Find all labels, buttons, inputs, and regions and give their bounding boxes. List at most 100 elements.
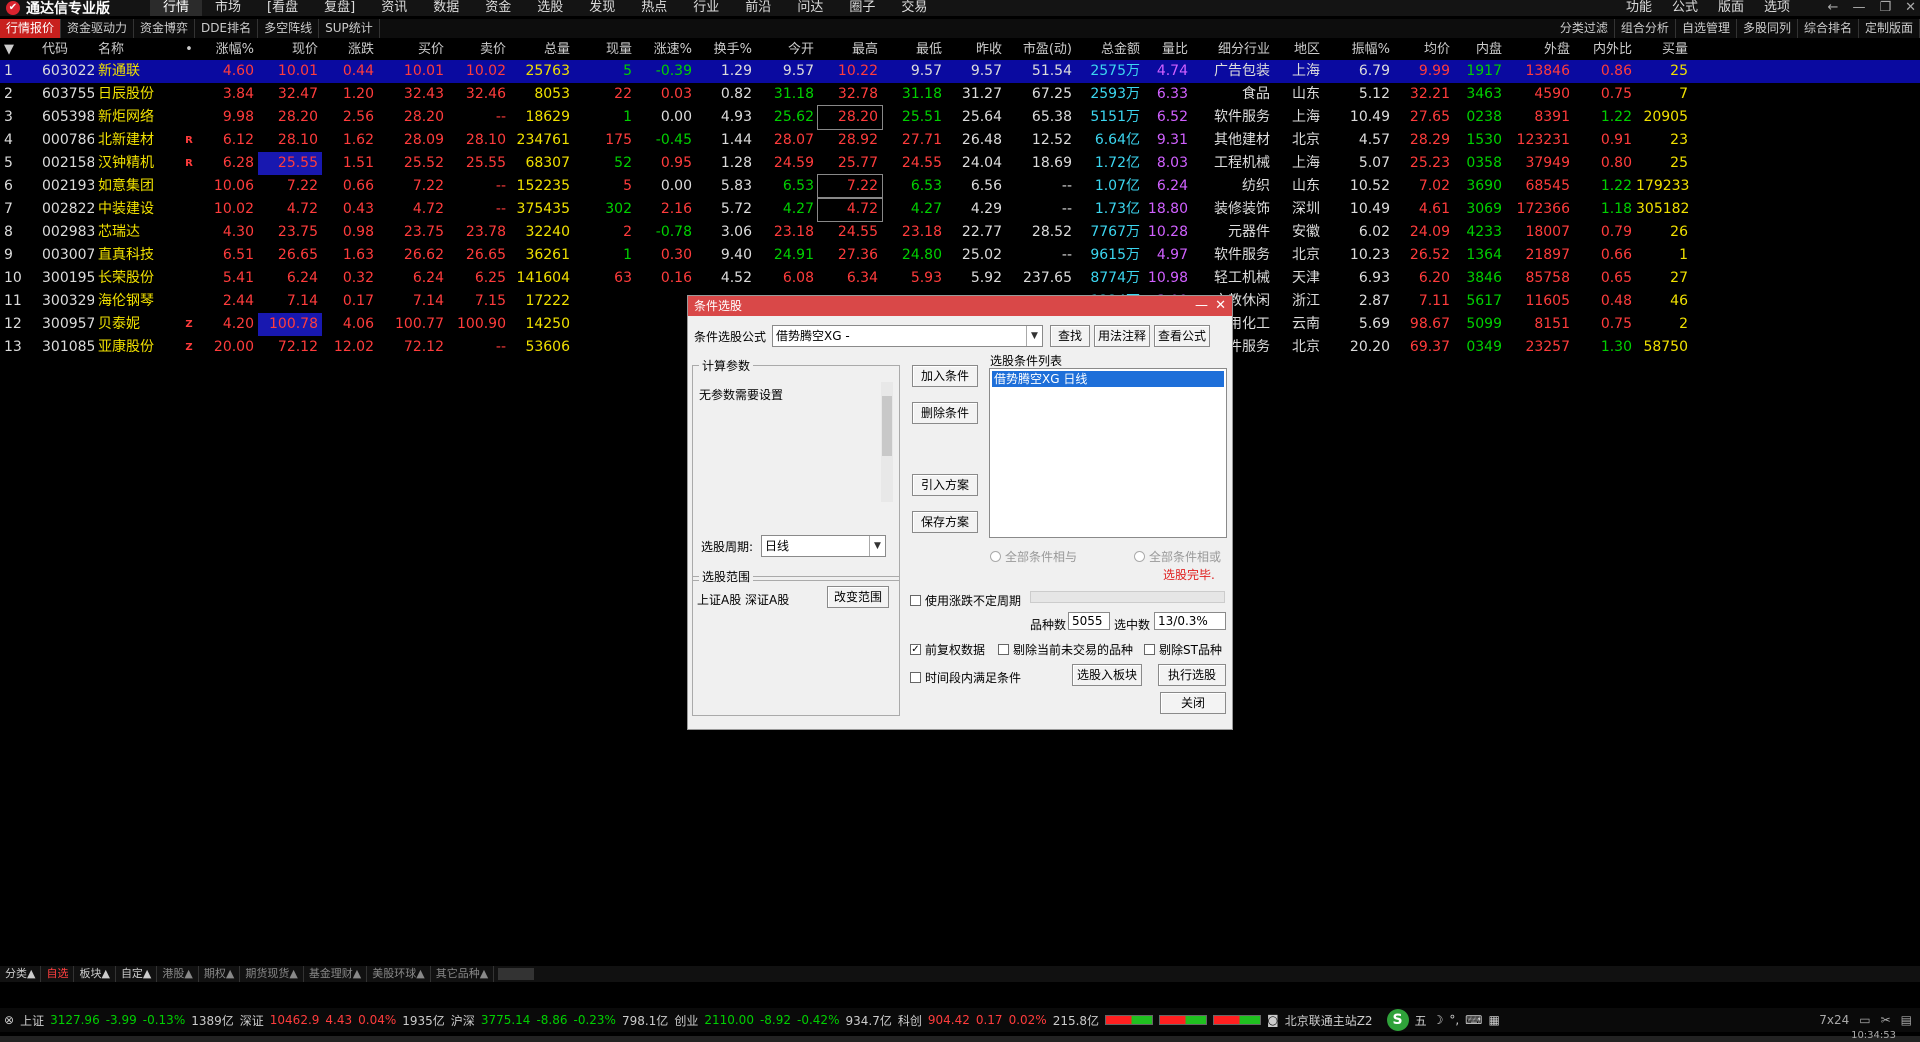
formula-select[interactable]: 借势腾空XG - ▼ xyxy=(772,325,1043,347)
right-menu-item[interactable]: 版面 xyxy=(1708,0,1754,16)
tool-tab[interactable]: 综合排名 xyxy=(1798,19,1859,38)
sort-chevron-icon[interactable]: ▼ xyxy=(0,40,38,60)
bottom-tab[interactable]: 期货现货▲ xyxy=(240,966,304,982)
ime-mode[interactable]: 五 xyxy=(1415,1012,1427,1029)
import-plan-button[interactable]: 引入方案 xyxy=(912,474,978,496)
column-header[interactable]: 涨速% xyxy=(636,40,696,60)
column-header[interactable]: 涨跌 xyxy=(322,40,378,60)
column-header[interactable]: 卖价 xyxy=(448,40,510,60)
remove-st-checkbox[interactable]: 剔除ST品种 xyxy=(1144,641,1222,658)
column-header[interactable]: 买量 xyxy=(1636,40,1692,60)
remove-notrading-checkbox[interactable]: 剔除当前未交易的品种 xyxy=(998,641,1133,658)
bottom-tab[interactable]: 分类▲ xyxy=(0,966,42,982)
bottom-tab[interactable]: 自选 xyxy=(41,966,75,982)
table-row[interactable]: 1 603022 新通联 4.60 10.01 0.44 10.01 10.02 25763 5 -… xyxy=(0,60,1920,83)
bottom-tab[interactable]: 期权▲ xyxy=(199,966,241,982)
bottom-tab[interactable]: 板块▲ xyxy=(74,966,116,982)
bottom-tab[interactable]: 其它品种▲ xyxy=(431,966,495,982)
server-label[interactable]: 北京联通主站Z2 xyxy=(1285,1012,1373,1029)
menu-item[interactable]: 选股 xyxy=(524,0,576,16)
usage-button[interactable]: 用法注释 xyxy=(1094,325,1150,347)
radio-or[interactable]: 全部条件相或 xyxy=(1134,548,1221,565)
menu-item[interactable]: 行业 xyxy=(680,0,732,16)
ime-logo-icon[interactable]: S xyxy=(1386,1009,1409,1031)
column-header[interactable]: 换手% xyxy=(696,40,756,60)
close-icon[interactable]: ✕ xyxy=(1905,0,1916,16)
condition-list[interactable]: 借势腾空XG 日线 xyxy=(989,368,1227,538)
column-header[interactable]: 今开 xyxy=(756,40,818,60)
right-menu-item[interactable]: 选项 xyxy=(1754,0,1800,16)
moon-icon[interactable]: ☽ xyxy=(1433,1013,1444,1027)
table-row[interactable]: 3 605398 新炬网络 9.98 28.20 2.56 28.20 -- 18629 1 0.0… xyxy=(0,105,1920,130)
column-header[interactable]: 名称 xyxy=(94,40,178,60)
condition-item[interactable]: 借势腾空XG 日线 xyxy=(992,371,1224,387)
tool-tab[interactable]: 定制版面 xyxy=(1859,19,1920,38)
column-header[interactable]: 最低 xyxy=(882,40,946,60)
tool-tab[interactable]: 多股同列 xyxy=(1737,19,1798,38)
chevron-down-icon[interactable]: ▼ xyxy=(869,536,885,556)
column-header[interactable]: 代码 xyxy=(38,40,94,60)
punctuation-icon[interactable]: °, xyxy=(1449,1013,1459,1027)
table-row[interactable]: 7 002822 中装建设 10.02 4.72 0.43 4.72 -- 375435 302 2… xyxy=(0,197,1920,222)
table-row[interactable]: 6 002193 如意集团 10.06 7.22 0.66 7.22 -- 152235 5 0.0… xyxy=(0,174,1920,199)
column-header[interactable]: 内盘 xyxy=(1454,40,1506,60)
right-menu-item[interactable]: 公式 xyxy=(1662,0,1708,16)
quote-tab[interactable]: 资金驱动力 xyxy=(61,19,135,38)
column-header[interactable]: 量比 xyxy=(1144,40,1192,60)
menu-item[interactable]: 交易 xyxy=(888,0,940,16)
keyboard-icon[interactable]: ⌨ xyxy=(1465,1013,1482,1027)
quote-tab[interactable]: 多空阵线 xyxy=(258,19,320,38)
tools-icon[interactable]: ✂ xyxy=(1881,1013,1891,1027)
column-header[interactable]: 市盈(动) xyxy=(1006,40,1076,60)
column-header[interactable]: 地区 xyxy=(1274,40,1324,60)
bottom-tab[interactable]: 港股▲ xyxy=(157,966,199,982)
message-icon[interactable]: ▭ xyxy=(1859,1013,1870,1027)
column-header[interactable]: 涨幅% xyxy=(204,40,258,60)
column-header[interactable]: 现价 xyxy=(258,40,322,60)
delete-condition-button[interactable]: 删除条件 xyxy=(912,402,978,424)
time-segment-checkbox[interactable]: 时间段内满足条件 xyxy=(910,669,1021,686)
quote-tab[interactable]: DDE排名 xyxy=(195,19,259,38)
change-range-button[interactable]: 改变范围 xyxy=(827,586,889,608)
table-row[interactable]: 10 300195 长荣股份 5.41 6.24 0.32 6.24 6.25 141604 63… xyxy=(0,267,1920,290)
close-icon[interactable]: ✕ xyxy=(1215,296,1226,316)
settings-icon[interactable]: ⊗ xyxy=(4,1013,14,1027)
column-header[interactable]: 内外比 xyxy=(1574,40,1636,60)
minimize-icon[interactable]: — xyxy=(1852,0,1865,16)
restore-icon[interactable]: ❐ xyxy=(1879,0,1891,16)
add-condition-button[interactable]: 加入条件 xyxy=(912,365,978,387)
mode-label[interactable]: 7x24 xyxy=(1819,1013,1849,1027)
menu-item[interactable]: [看盘 xyxy=(254,0,311,16)
add-to-block-button[interactable]: 选股入板块 xyxy=(1072,664,1142,686)
menu-item[interactable]: 复盘] xyxy=(311,0,368,16)
table-row[interactable]: 9 003007 直真科技 6.51 26.65 1.63 26.62 26.65 36261 1… xyxy=(0,244,1920,267)
column-header[interactable]: 总金额 xyxy=(1076,40,1144,60)
table-row[interactable]: 5 002158 汉钟精机 R 6.28 25.55 1.51 25.52 25.55 68307… xyxy=(0,152,1920,175)
menu-item[interactable]: 发现 xyxy=(576,0,628,16)
right-menu-item[interactable]: 功能 xyxy=(1616,0,1662,16)
menu-item[interactable]: 前沿 xyxy=(732,0,784,16)
find-button[interactable]: 查找 xyxy=(1050,325,1090,347)
column-header[interactable]: 现量 xyxy=(574,40,636,60)
menu-item[interactable]: 行情 xyxy=(150,0,203,16)
back-icon[interactable]: ← xyxy=(1828,0,1839,16)
column-header[interactable]: 均价 xyxy=(1394,40,1454,60)
menu-item[interactable]: 数据 xyxy=(420,0,472,16)
variable-period-checkbox[interactable]: 使用涨跌不定周期 xyxy=(910,592,1021,609)
execute-button[interactable]: 执行选股 xyxy=(1158,664,1226,686)
column-header[interactable]: • xyxy=(178,40,204,60)
menu-item[interactable]: 市场 xyxy=(202,0,254,16)
period-select[interactable]: 日线 ▼ xyxy=(761,535,886,557)
hint-icon[interactable]: ▤ xyxy=(1901,1013,1912,1027)
menu-item[interactable]: 问达 xyxy=(784,0,836,16)
menu-item[interactable]: 资金 xyxy=(472,0,524,16)
column-header[interactable]: 最高 xyxy=(818,40,882,60)
bottom-tab[interactable]: 基金理财▲ xyxy=(304,966,368,982)
quote-tab[interactable]: SUP统计 xyxy=(319,19,380,38)
quote-tab[interactable]: 资金博弈 xyxy=(134,19,196,38)
close-button[interactable]: 关闭 xyxy=(1160,692,1226,714)
tool-tab[interactable]: 分类过滤 xyxy=(1554,19,1615,38)
grid-icon[interactable]: ▦ xyxy=(1489,1013,1500,1027)
save-plan-button[interactable]: 保存方案 xyxy=(912,511,978,533)
bottom-tab[interactable]: 美股环球▲ xyxy=(367,966,431,982)
